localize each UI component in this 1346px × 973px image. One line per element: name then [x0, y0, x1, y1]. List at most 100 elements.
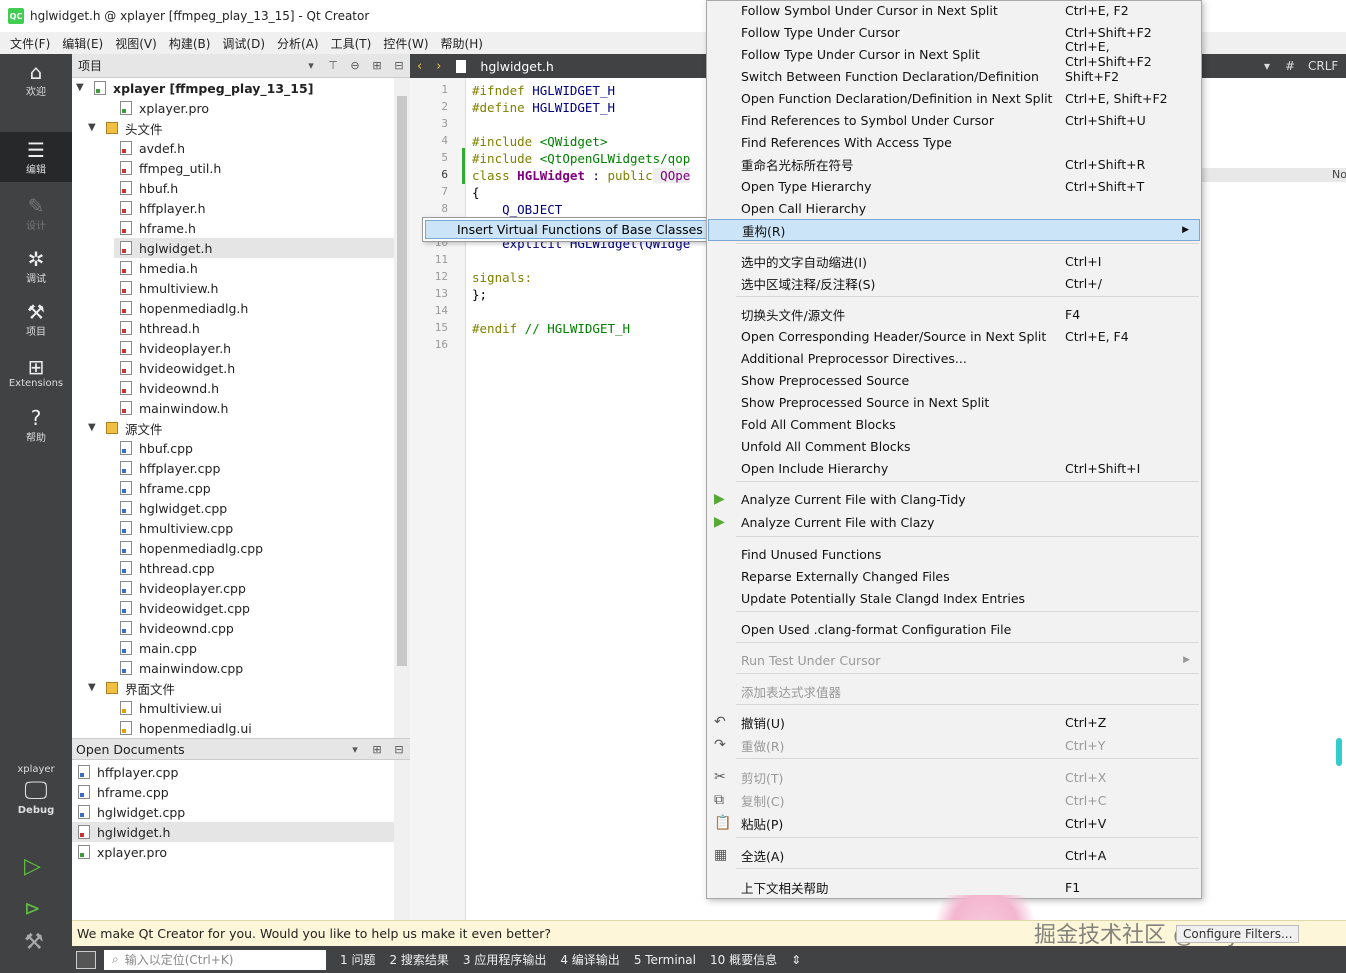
context-menu-item[interactable]: Open Function Declaration/Definition in … — [708, 87, 1200, 109]
context-menu-item[interactable]: Open Used .clang-format Configuration Fi… — [708, 618, 1200, 640]
expand-arrow-icon[interactable]: ▼ — [88, 422, 96, 433]
back-icon[interactable]: ‹ — [410, 59, 429, 74]
pane-search-results[interactable]: 2 搜索结果 — [389, 951, 448, 968]
debug-run-button[interactable]: ⊳ — [24, 896, 41, 920]
chevron-down-icon[interactable]: ▾ — [1264, 59, 1270, 73]
context-menu-item[interactable]: Find References With Access Type — [708, 131, 1200, 153]
context-menu-item[interactable]: Open Call Hierarchy — [708, 197, 1200, 219]
tree-item-source[interactable]: hframe.cpp — [114, 478, 394, 498]
context-menu-item[interactable]: Open Include Hierarchy Ctrl+Shift+I — [708, 457, 1200, 479]
tree-item-source[interactable]: hopenmediadlg.cpp — [114, 538, 394, 558]
tree-item-header[interactable]: hglwidget.h — [114, 238, 394, 258]
context-menu-item[interactable]: Reparse Externally Changed Files — [708, 565, 1200, 587]
context-menu-item[interactable]: Open Type Hierarchy Ctrl+Shift+T — [708, 175, 1200, 197]
tree-item-header[interactable]: hvideownd.h — [114, 378, 394, 398]
chevron-updown-icon[interactable]: ⇕ — [791, 953, 801, 967]
open-document-item[interactable]: hglwidget.h — [72, 822, 394, 842]
tree-folder-forms[interactable]: 界面文件 — [100, 678, 394, 698]
tree-folder-headers[interactable]: 头文件 — [100, 118, 394, 138]
menu-0[interactable]: 文件(F) — [4, 35, 56, 52]
tree-item-source[interactable]: hglwidget.cpp — [114, 498, 394, 518]
context-menu-item[interactable]: Additional Preprocessor Directives... — [708, 347, 1200, 369]
chevron-down-icon[interactable]: ▾ — [300, 59, 322, 72]
tree-item-header[interactable]: mainwindow.h — [114, 398, 394, 418]
expand-arrow-icon[interactable]: ▼ — [88, 122, 96, 133]
configure-filters-button[interactable]: Configure Filters... — [1176, 925, 1300, 943]
menu-4[interactable]: 调试(D) — [216, 35, 271, 52]
context-menu-item[interactable]: 选中区域注释/反注释(S) Ctrl+/ — [708, 272, 1200, 294]
tree-item-header[interactable]: ffmpeg_util.h — [114, 158, 394, 178]
pane-compile-output[interactable]: 4 编译输出 — [560, 951, 619, 968]
tree-item-source[interactable]: mainwindow.cpp — [114, 658, 394, 678]
context-menu-item[interactable]: Follow Symbol Under Cursor in Next Split… — [708, 0, 1200, 21]
open-document-item[interactable]: hframe.cpp — [72, 782, 394, 802]
editor-file-name[interactable]: hglwidget.h — [480, 59, 553, 74]
split-icon[interactable]: ⊞ — [366, 743, 388, 756]
mode-help[interactable]: ? 帮助 — [0, 400, 72, 450]
target-selector[interactable]: xplayer 🖵 Debug — [0, 764, 72, 816]
context-menu-item[interactable]: ▶ Analyze Current File with Clazy — [708, 511, 1200, 533]
tree-item-header[interactable]: avdef.h — [114, 138, 394, 158]
tree-item-header[interactable]: hthread.h — [114, 318, 394, 338]
tree-item-source[interactable]: hvideowidget.cpp — [114, 598, 394, 618]
locator-input[interactable]: ⌕ 输入以定位(Ctrl+K) — [104, 949, 326, 970]
open-documents-scrollbar[interactable] — [394, 760, 410, 920]
expand-arrow-icon[interactable]: ▼ — [88, 682, 96, 693]
menu-3[interactable]: 构建(B) — [163, 35, 217, 52]
mode-edit[interactable]: ☰ 编辑 — [0, 132, 72, 182]
tree-item-source[interactable]: hffplayer.cpp — [114, 458, 394, 478]
context-menu-item[interactable]: ▦ 全选(A) Ctrl+A — [708, 844, 1200, 866]
tree-item-header[interactable]: hvideowidget.h — [114, 358, 394, 378]
toggle-sidebar-button[interactable] — [76, 950, 96, 969]
menu-8[interactable]: 帮助(H) — [435, 35, 489, 52]
build-hammer-icon[interactable]: ⚒ — [24, 930, 44, 955]
open-document-item[interactable]: hffplayer.cpp — [72, 762, 394, 782]
tree-item-header[interactable]: hmedia.h — [114, 258, 394, 278]
tree-item-source[interactable]: main.cpp — [114, 638, 394, 658]
pane-app-output[interactable]: 3 应用程序输出 — [463, 951, 546, 968]
tree-item-form[interactable]: hmultiview.ui — [114, 698, 394, 718]
context-menu-item[interactable]: 切换头文件/源文件 F4 — [708, 303, 1200, 325]
project-root[interactable]: xplayer [ffmpeg_play_13_15] — [88, 78, 394, 98]
pane-terminal[interactable]: 5 Terminal — [634, 953, 696, 967]
close-pane-icon[interactable]: ⊟ — [388, 59, 410, 72]
filter-icon[interactable]: ⊤ — [322, 59, 344, 72]
link-icon[interactable]: ⊖ — [344, 59, 366, 72]
tree-item-header[interactable]: hvideoplayer.h — [114, 338, 394, 358]
context-menu-item[interactable]: 📋 粘贴(P) Ctrl+V — [708, 812, 1200, 834]
close-pane-icon[interactable]: ⊟ — [388, 743, 410, 756]
context-menu-item[interactable]: Show Preprocessed Source — [708, 369, 1200, 391]
tree-item-header[interactable]: hmultiview.h — [114, 278, 394, 298]
tree-item-pro[interactable]: xplayer.pro — [114, 98, 394, 118]
mode-welcome[interactable]: ⌂ 欢迎 — [0, 54, 72, 104]
context-menu-item[interactable]: Find Unused Functions — [708, 543, 1200, 565]
tree-item-source[interactable]: hmultiview.cpp — [114, 518, 394, 538]
context-menu-item[interactable]: ↶ 撤销(U) Ctrl+Z — [708, 711, 1200, 733]
mode-extensions[interactable]: ⊞ Extensions — [0, 347, 72, 397]
tree-item-source[interactable]: hthread.cpp — [114, 558, 394, 578]
context-menu-item[interactable]: Update Potentially Stale Clangd Index En… — [708, 587, 1200, 609]
menu-1[interactable]: 编辑(E) — [56, 35, 109, 52]
context-menu-item[interactable]: Switch Between Function Declaration/Defi… — [708, 65, 1200, 87]
context-menu-item[interactable]: Find References to Symbol Under Cursor Ct… — [708, 109, 1200, 131]
pane-general-messages[interactable]: 10 概要信息 — [710, 951, 777, 968]
context-menu-item[interactable]: 重命名光标所在符号 Ctrl+Shift+R — [708, 153, 1200, 175]
symbol-hash[interactable]: # — [1285, 59, 1295, 73]
context-menu-item[interactable]: ▶ Analyze Current File with Clang-Tidy — [708, 488, 1200, 510]
tree-item-header[interactable]: hopenmediadlg.h — [114, 298, 394, 318]
split-icon[interactable]: ⊞ — [366, 59, 388, 72]
run-button[interactable]: ▷ — [24, 854, 41, 879]
open-document-item[interactable]: xplayer.pro — [72, 842, 394, 862]
tree-item-header[interactable]: hframe.h — [114, 218, 394, 238]
line-ending[interactable]: CRLF — [1308, 59, 1338, 73]
context-menu-item[interactable]: Show Preprocessed Source in Next Split — [708, 391, 1200, 413]
project-tree-scrollbar[interactable] — [394, 78, 410, 738]
menu-6[interactable]: 工具(T) — [325, 35, 378, 52]
context-menu-item[interactable]: 选中的文字自动缩进(I) Ctrl+I — [708, 250, 1200, 272]
code-editor[interactable]: #ifndef HGLWIDGET_H #define HGLWIDGET_H … — [466, 78, 706, 920]
context-menu-item[interactable]: Follow Type Under Cursor in Next Split Ct… — [708, 39, 1200, 69]
open-document-item[interactable]: hglwidget.cpp — [72, 802, 394, 822]
mode-design[interactable]: ✎ 设计 — [0, 188, 72, 238]
forward-icon[interactable]: › — [429, 59, 448, 74]
tree-folder-sources[interactable]: 源文件 — [100, 418, 394, 438]
